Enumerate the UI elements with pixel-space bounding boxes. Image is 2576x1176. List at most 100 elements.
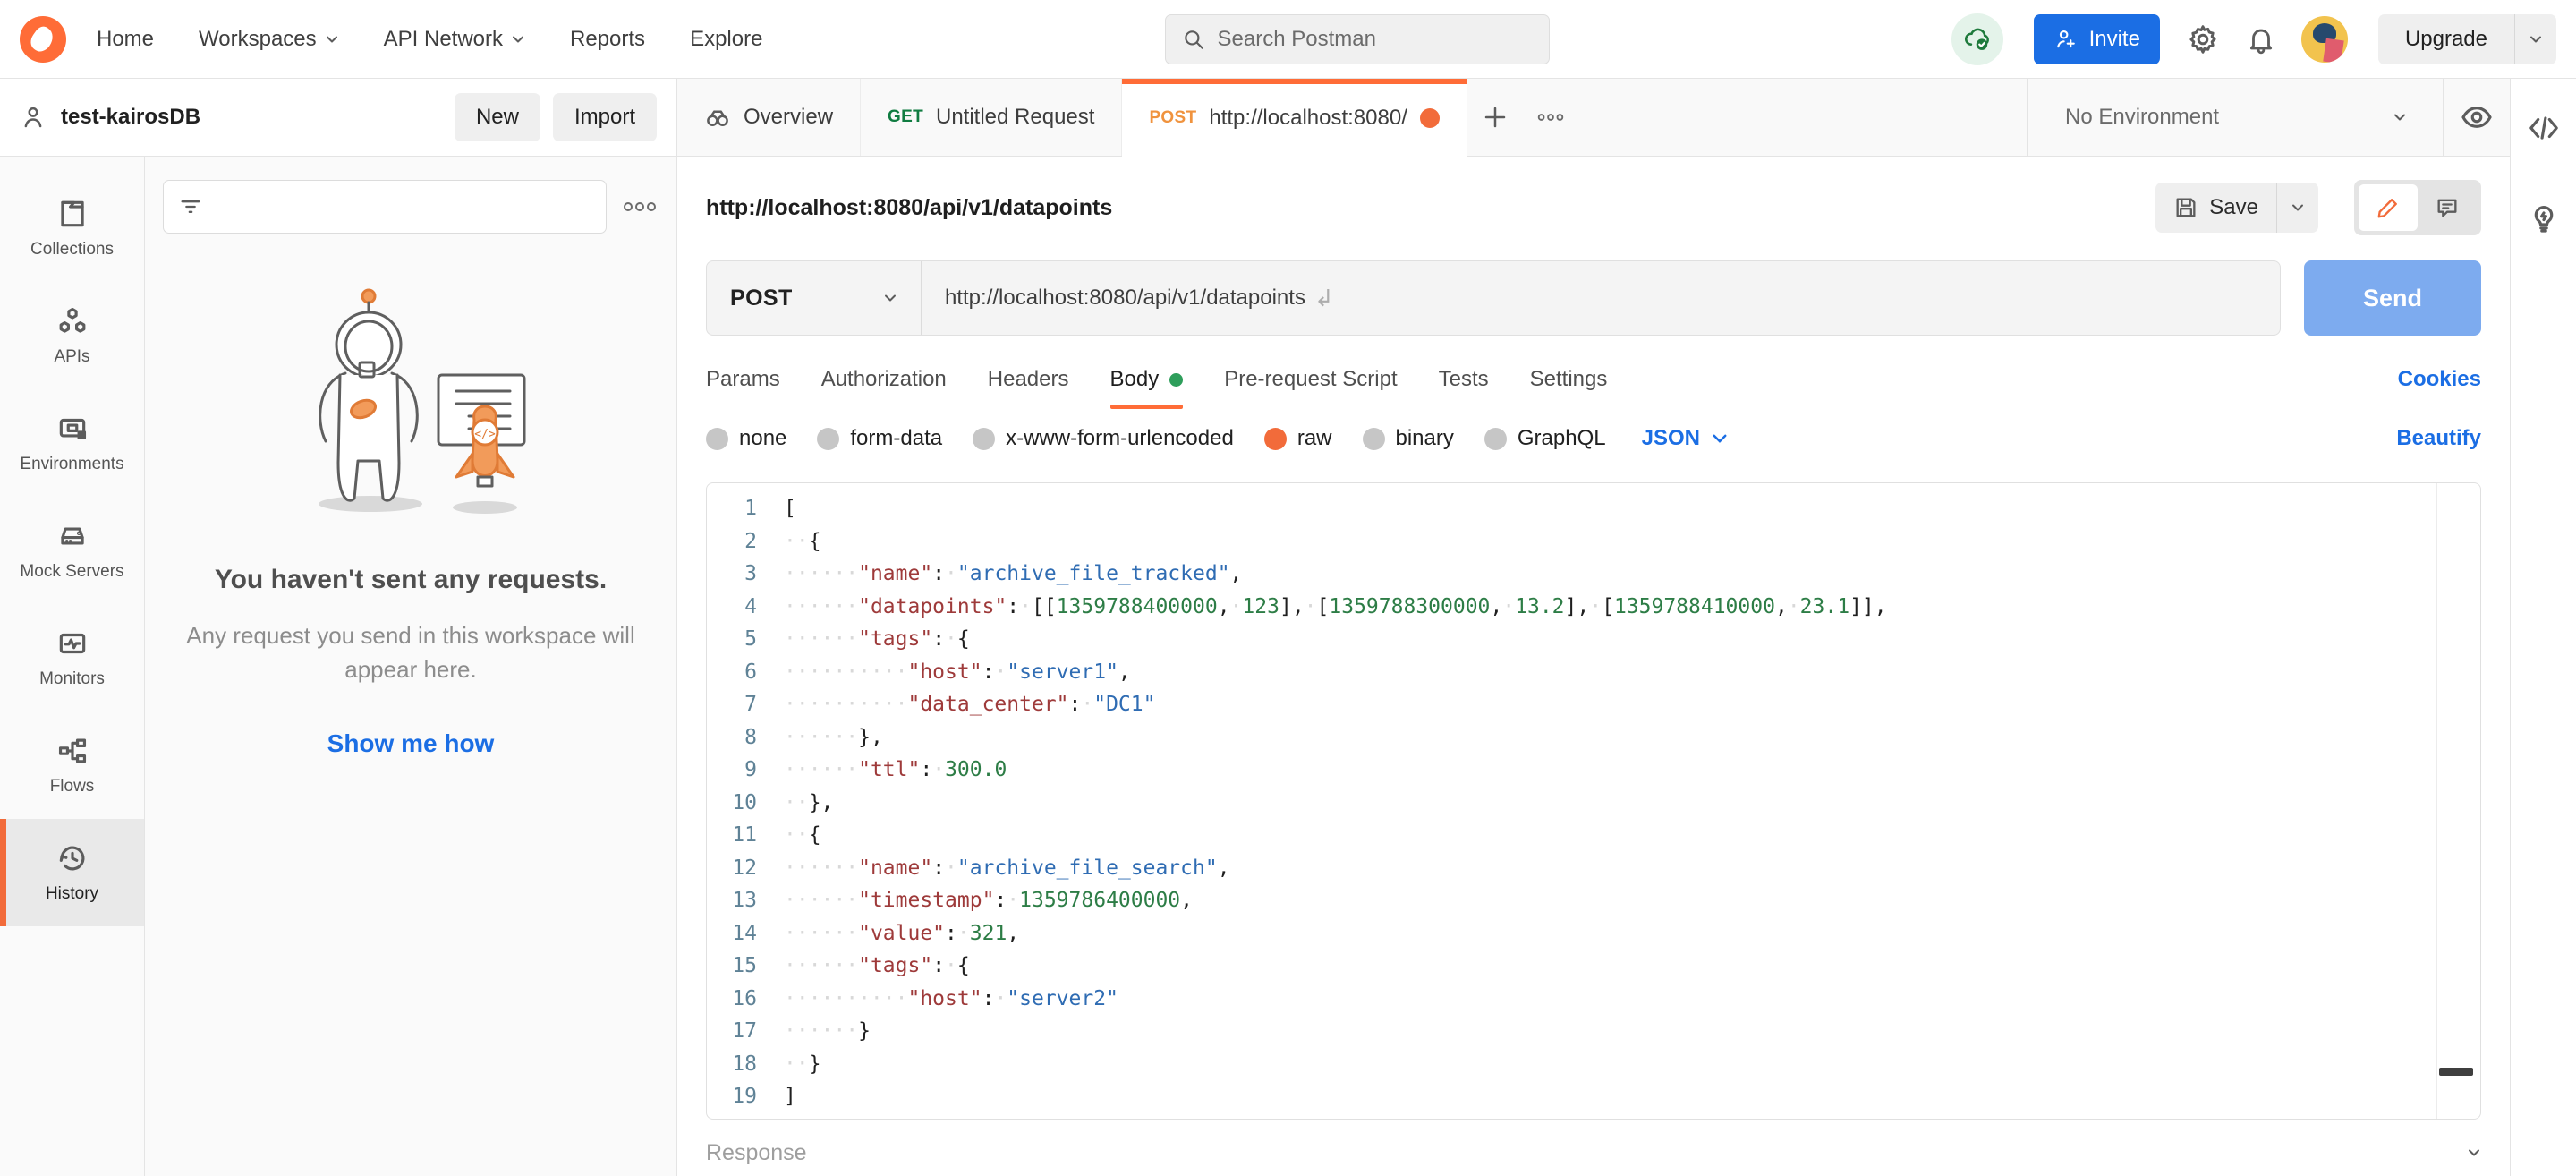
language-label: JSON — [1642, 426, 1700, 451]
request-tabs: Params Authorization Headers Body Pre-reques… — [677, 350, 2510, 409]
monitors-icon — [55, 626, 89, 660]
line-number: 20 — [707, 1118, 784, 1120]
notifications-button[interactable] — [2246, 24, 2276, 55]
tab-post-request[interactable]: POST http://localhost:8080/ — [1122, 79, 1467, 157]
sidebar-item-history[interactable]: History — [0, 819, 144, 926]
chevron-down-icon[interactable] — [2393, 110, 2407, 124]
new-button[interactable]: New — [455, 93, 540, 141]
environment-dropdown[interactable]: No Environment — [2065, 105, 2393, 130]
comments-button[interactable] — [2418, 184, 2477, 231]
line-number: 19 — [707, 1085, 784, 1108]
cookies-link[interactable]: Cookies — [2398, 367, 2481, 392]
nav-api-network[interactable]: API Network — [384, 27, 525, 52]
code-content: ··{ — [784, 823, 821, 847]
request-tab-body[interactable]: Body — [1110, 350, 1184, 409]
invite-button[interactable]: Invite — [2034, 14, 2160, 64]
gear-icon — [2187, 23, 2219, 55]
pencil-icon — [2376, 195, 2401, 220]
code-content: ··········"host":·"server2" — [784, 987, 1118, 1010]
nav-home[interactable]: Home — [97, 27, 154, 52]
request-tab-tests[interactable]: Tests — [1439, 350, 1489, 409]
body-mode-form-data[interactable]: form-data — [817, 426, 942, 451]
nav-workspaces[interactable]: Workspaces — [199, 27, 339, 52]
editor-scrollbar-thumb[interactable] — [2439, 1068, 2473, 1076]
postman-logo[interactable] — [20, 16, 66, 63]
line-number: 2 — [707, 530, 784, 553]
code-line: 14······"value":·321, — [707, 917, 2480, 950]
request-tab-settings[interactable]: Settings — [1530, 350, 1608, 409]
settings-button[interactable] — [2187, 23, 2219, 55]
language-selector[interactable]: JSON — [1642, 426, 1729, 451]
sidebar-item-flows[interactable]: Flows — [0, 712, 144, 819]
show-me-how-link[interactable]: Show me how — [327, 729, 495, 758]
body-mode-raw[interactable]: raw — [1264, 426, 1332, 451]
body-mode-none[interactable]: none — [706, 426, 786, 451]
send-button[interactable]: Send — [2304, 260, 2481, 336]
body-mode-graphql[interactable]: GraphQL — [1484, 426, 1606, 451]
code-line: 18··} — [707, 1048, 2480, 1081]
more-options-icon — [1535, 110, 1567, 124]
request-tab-authorization[interactable]: Authorization — [821, 350, 947, 409]
radio-icon — [973, 428, 995, 450]
body-mode-binary[interactable]: binary — [1363, 426, 1454, 451]
save-dropdown-button[interactable] — [2277, 183, 2318, 233]
code-editor[interactable]: 1[2··{3······"name":·"archive_file_track… — [706, 482, 2481, 1120]
chevron-down-icon[interactable] — [2467, 1146, 2481, 1160]
sync-status-icon[interactable] — [1951, 13, 2003, 65]
workspace-name: test-kairosDB — [61, 105, 200, 130]
code-snippet-button[interactable] — [2527, 111, 2561, 145]
code-line: 11··{ — [707, 819, 2480, 852]
nav-explore[interactable]: Explore — [690, 27, 762, 52]
line-number: 10 — [707, 791, 784, 814]
tab-get-request[interactable]: GET Untitled Request — [861, 79, 1122, 156]
code-editor-lines: 1[2··{3······"name":·"archive_file_track… — [707, 492, 2480, 1120]
search-icon — [1182, 28, 1205, 51]
request-tab-pre-request-script[interactable]: Pre-request Script — [1224, 350, 1397, 409]
chevron-down-icon — [1711, 430, 1729, 447]
import-button[interactable]: Import — [553, 93, 657, 141]
tab-options-button[interactable] — [1523, 79, 1578, 156]
line-number: 1 — [707, 497, 784, 520]
code-content: ······"name":·"archive_file_search", — [784, 856, 1230, 880]
upgrade-button[interactable]: Upgrade — [2378, 14, 2515, 64]
code-content: ······} — [784, 1019, 871, 1043]
workspace-switcher[interactable]: test-kairosDB — [20, 104, 200, 131]
search-input[interactable]: Search Postman — [1165, 14, 1550, 64]
upgrade-dropdown-button[interactable] — [2515, 14, 2556, 64]
code-line: 7··········"data_center":·"DC1" — [707, 688, 2480, 721]
sidebar-item-environments[interactable]: Environments — [0, 389, 144, 497]
url-input[interactable]: http://localhost:8080/api/v1/datapoints … — [922, 285, 1357, 312]
method-label: POST — [730, 285, 793, 311]
nav-reports[interactable]: Reports — [570, 27, 645, 52]
request-tab-params[interactable]: Params — [706, 350, 780, 409]
request-tab-headers[interactable]: Headers — [988, 350, 1069, 409]
environment-quick-look-button[interactable] — [2443, 79, 2510, 156]
body-mode-x-www-form-urlencoded[interactable]: x-www-form-urlencoded — [973, 426, 1234, 451]
history-filter-input[interactable] — [163, 180, 607, 234]
radio-icon — [1363, 428, 1385, 450]
comment-icon — [2435, 195, 2460, 220]
method-selector[interactable]: POST — [707, 261, 922, 335]
request-tab-label: Pre-request Script — [1224, 367, 1397, 392]
eye-icon — [2460, 100, 2494, 134]
beautify-link[interactable]: Beautify — [2396, 426, 2481, 451]
sidebar-item-collections[interactable]: Collections — [0, 175, 144, 282]
sidebar-item-monitors[interactable]: Monitors — [0, 604, 144, 712]
lightbulb-icon — [2527, 200, 2561, 234]
line-number: 14 — [707, 922, 784, 945]
tab-overview[interactable]: Overview — [677, 79, 861, 156]
sidebar-item-apis[interactable]: APIs — [0, 282, 144, 389]
bootcamp-button[interactable] — [2527, 200, 2561, 234]
more-options-icon[interactable] — [621, 198, 659, 216]
user-avatar[interactable] — [2301, 16, 2348, 63]
sidebar-item-label: Mock Servers — [20, 562, 123, 582]
sidebar: test-kairosDB New Import CollectionsAPIs… — [0, 79, 677, 1176]
sidebar-item-mock-servers[interactable]: Mock Servers — [0, 497, 144, 604]
response-section-header[interactable]: Response — [677, 1129, 2510, 1176]
response-label: Response — [706, 1140, 807, 1166]
save-button[interactable]: Save — [2155, 183, 2277, 233]
code-content: [ — [784, 497, 796, 520]
new-tab-button[interactable] — [1467, 79, 1523, 156]
empty-state-title: You haven't sent any requests. — [215, 565, 607, 595]
edit-mode-button[interactable] — [2359, 184, 2418, 231]
